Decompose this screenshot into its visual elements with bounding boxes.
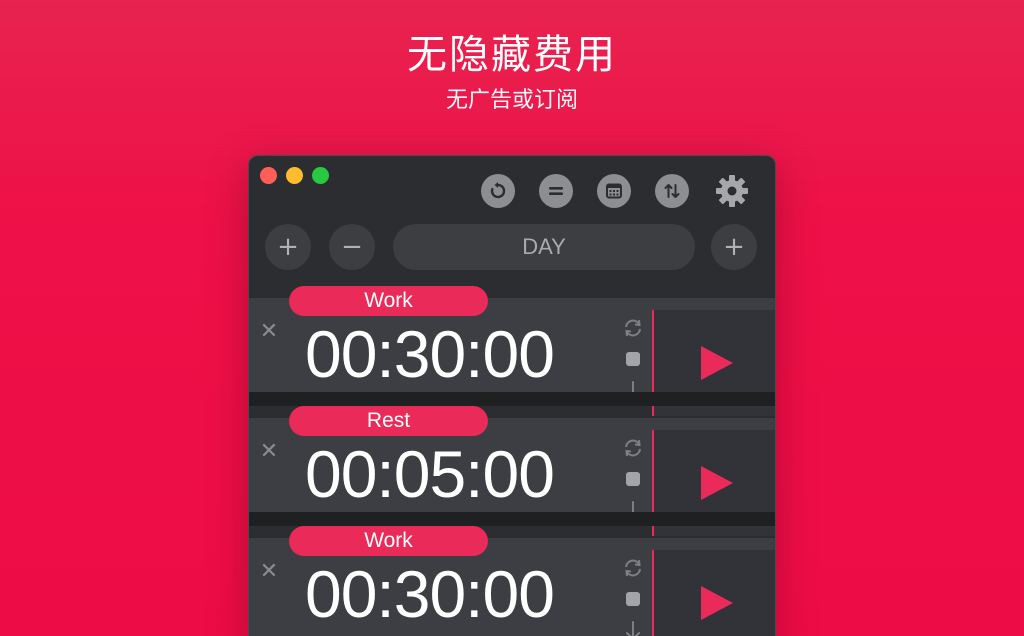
timer-card: ✕ 00:30:00 Work bbox=[249, 286, 775, 416]
calendar-button[interactable] bbox=[597, 174, 631, 208]
stop-icon[interactable] bbox=[626, 472, 640, 486]
equals-button[interactable] bbox=[539, 174, 573, 208]
timer-label[interactable]: Rest bbox=[289, 406, 488, 436]
control-row: + − DAY + bbox=[265, 224, 759, 270]
toolbar bbox=[481, 172, 751, 210]
timer-time: 00:05:00 bbox=[305, 437, 555, 511]
timer-label[interactable]: Work bbox=[289, 286, 488, 316]
timer-side-controls bbox=[621, 438, 645, 522]
add-right-button[interactable]: + bbox=[711, 224, 757, 270]
timer-time: 00:30:00 bbox=[305, 317, 555, 391]
close-icon[interactable]: ✕ bbox=[257, 320, 281, 344]
add-left-button[interactable]: + bbox=[265, 224, 311, 270]
minimize-window-button[interactable] bbox=[286, 167, 303, 184]
settings-button[interactable] bbox=[713, 172, 751, 210]
timer-list: ✕ 00:30:00 Work ✕ 00:05:00 Rest ✕ 00:30:… bbox=[249, 286, 775, 636]
sort-icon bbox=[664, 184, 680, 198]
play-icon bbox=[700, 346, 733, 380]
play-icon bbox=[700, 466, 733, 500]
app-window: + − DAY + ✕ 00:30:00 Work ✕ 00:05:00 Res… bbox=[248, 155, 776, 636]
timer-separator bbox=[249, 512, 775, 526]
close-window-button[interactable] bbox=[260, 167, 277, 184]
close-icon[interactable]: ✕ bbox=[257, 440, 281, 464]
calendar-icon bbox=[606, 183, 622, 199]
repeat-icon[interactable] bbox=[622, 438, 644, 458]
zoom-window-button[interactable] bbox=[312, 167, 329, 184]
arrow-down-icon[interactable] bbox=[624, 620, 642, 636]
timer-side-controls bbox=[621, 558, 645, 636]
play-icon bbox=[700, 586, 733, 620]
mode-selector[interactable]: DAY bbox=[393, 224, 695, 270]
reset-icon bbox=[490, 182, 506, 199]
timer-time: 00:30:00 bbox=[305, 557, 555, 631]
reset-button[interactable] bbox=[481, 174, 515, 208]
timer-separator bbox=[249, 392, 775, 406]
timer-card: ✕ 00:05:00 Rest bbox=[249, 406, 775, 536]
headline: 无隐藏费用 bbox=[407, 32, 617, 78]
play-button[interactable] bbox=[654, 550, 775, 636]
sort-button[interactable] bbox=[655, 174, 689, 208]
close-icon[interactable]: ✕ bbox=[257, 560, 281, 584]
repeat-icon[interactable] bbox=[622, 558, 644, 578]
repeat-icon[interactable] bbox=[622, 318, 644, 338]
timer-label[interactable]: Work bbox=[289, 526, 488, 556]
stop-icon[interactable] bbox=[626, 592, 640, 606]
timer-card: ✕ 00:30:00 Work bbox=[249, 526, 775, 636]
equals-icon bbox=[549, 187, 563, 195]
window-controls bbox=[260, 167, 329, 184]
stop-icon[interactable] bbox=[626, 352, 640, 366]
remove-button[interactable]: − bbox=[329, 224, 375, 270]
gear-icon bbox=[716, 175, 748, 207]
subheadline: 无广告或订阅 bbox=[445, 88, 578, 113]
timer-side-controls bbox=[621, 318, 645, 402]
